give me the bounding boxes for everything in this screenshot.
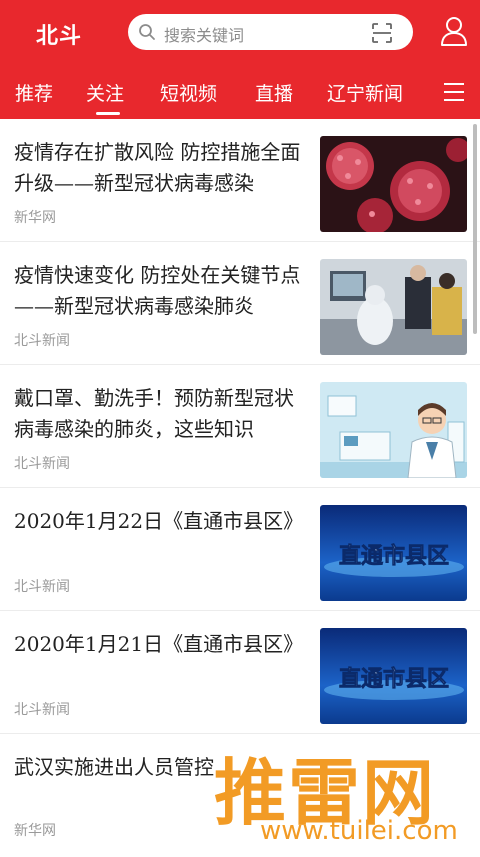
news-title[interactable]: 疫情存在扩散风险 防控措施全面升级——新型冠状病毒感染 xyxy=(14,137,306,199)
news-source: 新华网 xyxy=(14,210,56,226)
news-title[interactable]: 戴口罩、勤洗手！预防新型冠状病毒感染的肺炎，这些知识 xyxy=(14,383,306,445)
news-title[interactable]: 2020年1月21日《直通市县区》 xyxy=(14,629,306,660)
doctor-illustration[interactable] xyxy=(320,382,467,478)
tab-follow[interactable]: 关注 xyxy=(86,79,124,106)
news-title[interactable]: 2020年1月22日《直通市县区》 xyxy=(14,506,306,537)
news-source: 新华网 xyxy=(14,823,56,839)
app-header: 北斗 搜索关键词 推荐 关注 短视频 直播 辽宁新闻 xyxy=(0,0,480,119)
search-bar[interactable]: 搜索关键词 xyxy=(128,14,413,50)
search-icon xyxy=(139,24,155,40)
watermark-url: www.tuilei.com xyxy=(260,816,458,846)
news-item[interactable]: 疫情快速变化 防控处在关键节点——新型冠状病毒感染肺炎 北斗新闻 xyxy=(0,242,480,365)
news-item[interactable]: 2020年1月22日《直通市县区》 北斗新闻 直通市县区 xyxy=(0,488,480,611)
app-logo[interactable]: 北斗 xyxy=(36,18,82,50)
tab-liaoning-news[interactable]: 辽宁新闻 xyxy=(327,79,403,106)
tab-short-video[interactable]: 短视频 xyxy=(160,79,217,106)
news-source: 北斗新闻 xyxy=(14,456,70,472)
program-title-art: 直通市县区 xyxy=(339,543,449,569)
virus-image[interactable] xyxy=(320,136,467,232)
scan-icon[interactable] xyxy=(371,22,393,44)
site-watermark: 推雷网 www.tuilei.com xyxy=(214,734,480,853)
lab-workers-image[interactable] xyxy=(320,259,467,355)
tv-program-banner[interactable]: 直通市县区 xyxy=(320,505,467,601)
scrollbar[interactable] xyxy=(473,124,477,334)
news-title[interactable]: 疫情快速变化 防控处在关键节点——新型冠状病毒感染肺炎 xyxy=(14,260,306,322)
news-source: 北斗新闻 xyxy=(14,579,70,595)
tab-recommend[interactable]: 推荐 xyxy=(15,79,53,106)
search-placeholder: 搜索关键词 xyxy=(164,26,245,45)
channel-tabs: 推荐 关注 短视频 直播 辽宁新闻 xyxy=(0,72,480,116)
news-source: 北斗新闻 xyxy=(14,333,70,349)
tv-program-banner[interactable]: 直通市县区 xyxy=(320,628,467,724)
menu-icon[interactable] xyxy=(443,82,465,102)
active-tab-indicator xyxy=(96,112,120,115)
tab-live[interactable]: 直播 xyxy=(255,79,293,106)
program-title-art: 直通市县区 xyxy=(339,666,449,692)
news-item[interactable]: 疫情存在扩散风险 防控措施全面升级——新型冠状病毒感染 新华网 xyxy=(0,119,480,242)
news-source: 北斗新闻 xyxy=(14,702,70,718)
news-item[interactable]: 2020年1月21日《直通市县区》 北斗新闻 直通市县区 xyxy=(0,611,480,734)
news-item[interactable]: 戴口罩、勤洗手！预防新型冠状病毒感染的肺炎，这些知识 北斗新闻 xyxy=(0,365,480,488)
user-profile-icon[interactable] xyxy=(440,16,468,46)
